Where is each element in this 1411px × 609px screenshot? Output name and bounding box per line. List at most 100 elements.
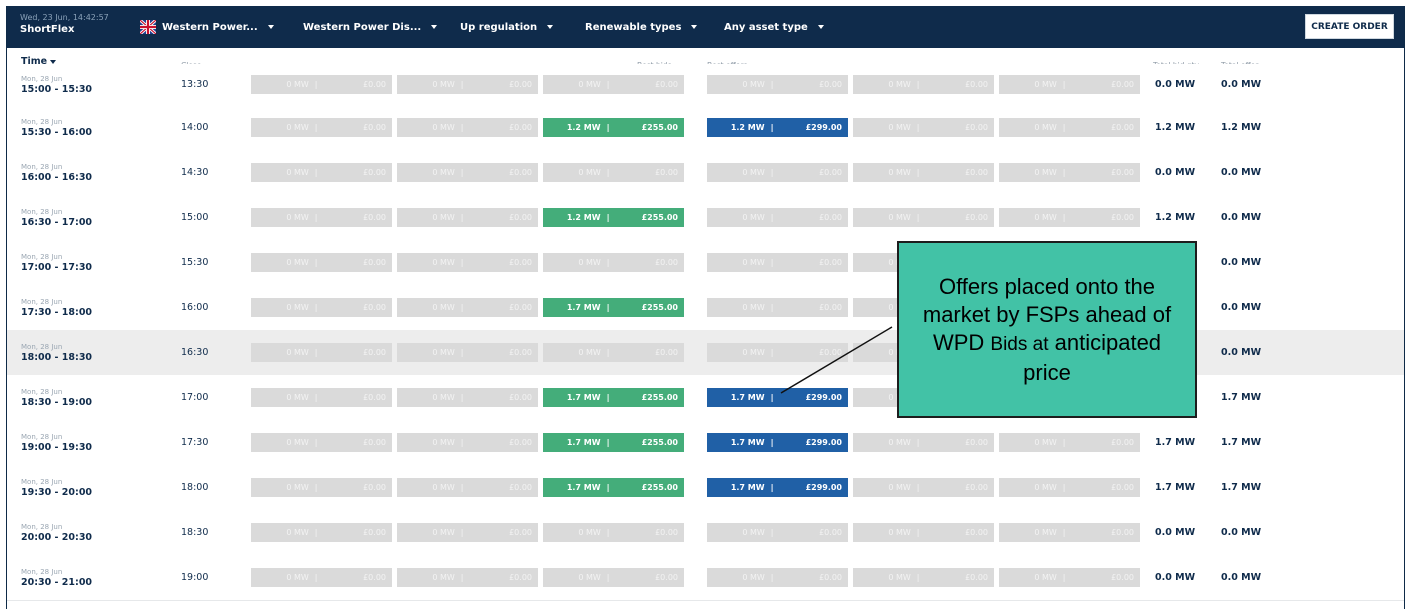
empty-order-cell[interactable]: 0 MW £0.00	[999, 432, 1140, 452]
offer-cell[interactable]: 1.7 MW £299.00	[707, 477, 848, 497]
order-quantity: 0 MW	[853, 573, 924, 582]
empty-order-cell[interactable]: 0 MW £0.00	[543, 567, 684, 587]
empty-order-cell[interactable]: 0 MW £0.00	[707, 297, 848, 317]
table-row[interactable]: Mon, 28 Jun16:00 - 16:3014:300 MW£0.000 …	[7, 150, 1404, 196]
table-row[interactable]: Mon, 28 Jun19:00 - 19:3017:300 MW£0.000 …	[7, 420, 1404, 466]
empty-order-cell[interactable]: 0 MW £0.00	[251, 477, 392, 497]
total-offer-qty: 0.0 MW	[1221, 301, 1262, 313]
table-row[interactable]: Mon, 28 Jun20:00 - 20:3018:300 MW£0.000 …	[7, 510, 1404, 556]
empty-order-cell[interactable]: 0 MW £0.00	[853, 567, 994, 587]
create-order-button[interactable]: CREATE ORDER	[1305, 14, 1394, 39]
empty-order-cell[interactable]: 0 MW £0.00	[397, 432, 538, 452]
empty-order-cell[interactable]: 0 MW £0.00	[397, 74, 538, 94]
order-price: £0.00	[509, 527, 532, 537]
table-row[interactable]: Mon, 28 Jun15:30 - 16:0014:000 MW£0.000 …	[7, 105, 1404, 151]
empty-order-cell[interactable]: 0 MW £0.00	[707, 522, 848, 542]
bid-cell[interactable]: 1.7 MW £255.00	[543, 432, 684, 452]
close-time: 18:30	[181, 526, 209, 538]
empty-order-cell[interactable]: 0 MW £0.00	[397, 387, 538, 407]
bid-cell[interactable]: 1.2 MW £255.00	[543, 117, 684, 137]
offer-cell[interactable]: 1.7 MW £299.00	[707, 432, 848, 452]
bid-cell[interactable]: 1.7 MW £255.00	[543, 387, 684, 407]
empty-order-cell[interactable]: 0 MW £0.00	[251, 567, 392, 587]
filter-operator[interactable]: Western Power Dis...	[303, 20, 438, 34]
time-slot: Mon, 28 Jun 20:30 - 21:00	[21, 568, 92, 589]
empty-order-cell[interactable]: 0 MW £0.00	[251, 522, 392, 542]
empty-order-cell[interactable]: 0 MW £0.00	[707, 342, 848, 362]
empty-order-cell[interactable]: 0 MW £0.00	[251, 117, 392, 137]
empty-order-cell[interactable]: 0 MW £0.00	[707, 74, 848, 94]
empty-order-cell[interactable]: 0 MW £0.00	[999, 477, 1140, 497]
order-price: £299.00	[805, 482, 842, 492]
empty-order-cell[interactable]: 0 MW £0.00	[397, 162, 538, 182]
empty-order-cell[interactable]: 0 MW £0.00	[251, 74, 392, 94]
empty-order-cell[interactable]: 0 MW £0.00	[999, 117, 1140, 137]
empty-order-cell[interactable]: 0 MW £0.00	[707, 162, 848, 182]
order-price: £0.00	[509, 392, 532, 402]
time-slot: Mon, 28 Jun 19:00 - 19:30	[21, 433, 92, 454]
order-price: £0.00	[655, 572, 678, 582]
empty-order-cell[interactable]: 0 MW £0.00	[543, 342, 684, 362]
offer-cell[interactable]: 1.7 MW £299.00	[707, 387, 848, 407]
empty-order-cell[interactable]: 0 MW £0.00	[251, 162, 392, 182]
empty-order-cell[interactable]: 0 MW £0.00	[543, 162, 684, 182]
empty-order-cell[interactable]: 0 MW £0.00	[853, 117, 994, 137]
table-row[interactable]: Mon, 28 Jun16:30 - 17:0015:000 MW£0.000 …	[7, 195, 1404, 241]
table-row[interactable]: Mon, 28 Jun20:30 - 21:0019:000 MW£0.000 …	[7, 555, 1404, 601]
order-price: £0.00	[363, 257, 386, 267]
empty-order-cell[interactable]: 0 MW £0.00	[999, 567, 1140, 587]
empty-order-cell[interactable]: 0 MW £0.00	[853, 522, 994, 542]
slot-time: 19:00 - 19:30	[21, 441, 93, 453]
empty-order-cell[interactable]: 0 MW £0.00	[707, 567, 848, 587]
empty-order-cell[interactable]: 0 MW £0.00	[853, 74, 994, 94]
empty-order-cell[interactable]: 0 MW £0.00	[707, 252, 848, 272]
empty-order-cell[interactable]: 0 MW £0.00	[999, 207, 1140, 227]
table-row[interactable]: Mon, 28 Jun15:00 - 15:3013:300 MW£0.000 …	[7, 64, 1404, 106]
filter-asset-type[interactable]: Any asset type	[724, 20, 824, 34]
bid-cell[interactable]: 1.7 MW £255.00	[543, 477, 684, 497]
empty-order-cell[interactable]: 0 MW £0.00	[397, 342, 538, 362]
filter-region[interactable]: Western Power...	[140, 20, 274, 34]
bid-cell[interactable]: 1.2 MW £255.00	[543, 207, 684, 227]
empty-order-cell[interactable]: 0 MW £0.00	[251, 297, 392, 317]
empty-order-cell[interactable]: 0 MW £0.00	[397, 252, 538, 272]
table-row[interactable]: Mon, 28 Jun19:30 - 20:0018:000 MW£0.000 …	[7, 465, 1404, 511]
bid-cell[interactable]: 1.7 MW £255.00	[543, 297, 684, 317]
empty-order-cell[interactable]: 0 MW £0.00	[397, 567, 538, 587]
slot-date: Mon, 28 Jun	[21, 342, 63, 351]
order-price: £0.00	[965, 212, 988, 222]
empty-order-cell[interactable]: 0 MW £0.00	[999, 162, 1140, 182]
empty-order-cell[interactable]: 0 MW £0.00	[397, 477, 538, 497]
empty-order-cell[interactable]: 0 MW £0.00	[397, 297, 538, 317]
filter-regulation[interactable]: Up regulation	[460, 20, 554, 34]
empty-order-cell[interactable]: 0 MW £0.00	[707, 207, 848, 227]
empty-order-cell[interactable]: 0 MW £0.00	[543, 522, 684, 542]
empty-order-cell[interactable]: 0 MW £0.00	[251, 432, 392, 452]
time-slot: Mon, 28 Jun 17:30 - 18:00	[21, 298, 92, 319]
close-time: 15:30	[181, 256, 209, 268]
empty-order-cell[interactable]: 0 MW £0.00	[999, 74, 1140, 94]
total-bid-qty: 0.0 MW	[1155, 78, 1196, 90]
empty-order-cell[interactable]: 0 MW £0.00	[251, 342, 392, 362]
empty-order-cell[interactable]: 0 MW £0.00	[853, 207, 994, 227]
empty-order-cell[interactable]: 0 MW £0.00	[543, 252, 684, 272]
empty-order-cell[interactable]: 0 MW £0.00	[397, 207, 538, 227]
order-quantity: 0 MW	[853, 528, 924, 537]
empty-order-cell[interactable]: 0 MW £0.00	[853, 162, 994, 182]
offer-cell[interactable]: 1.2 MW £299.00	[707, 117, 848, 137]
chevron-down-icon	[431, 25, 438, 29]
filter-renewable[interactable]: Renewable types	[585, 20, 698, 34]
empty-order-cell[interactable]: 0 MW £0.00	[853, 477, 994, 497]
empty-order-cell[interactable]: 0 MW £0.00	[853, 432, 994, 452]
empty-order-cell[interactable]: 0 MW £0.00	[251, 252, 392, 272]
total-offer-qty: 0.0 MW	[1221, 526, 1262, 538]
order-price: £0.00	[819, 79, 842, 89]
empty-order-cell[interactable]: 0 MW £0.00	[251, 207, 392, 227]
empty-order-cell[interactable]: 0 MW £0.00	[251, 387, 392, 407]
empty-order-cell[interactable]: 0 MW £0.00	[543, 74, 684, 94]
empty-order-cell[interactable]: 0 MW £0.00	[397, 117, 538, 137]
empty-order-cell[interactable]: 0 MW £0.00	[397, 522, 538, 542]
empty-order-cell[interactable]: 0 MW £0.00	[999, 522, 1140, 542]
order-quantity: 0 MW	[543, 348, 614, 357]
total-offer-qty: 1.7 MW	[1221, 391, 1262, 403]
